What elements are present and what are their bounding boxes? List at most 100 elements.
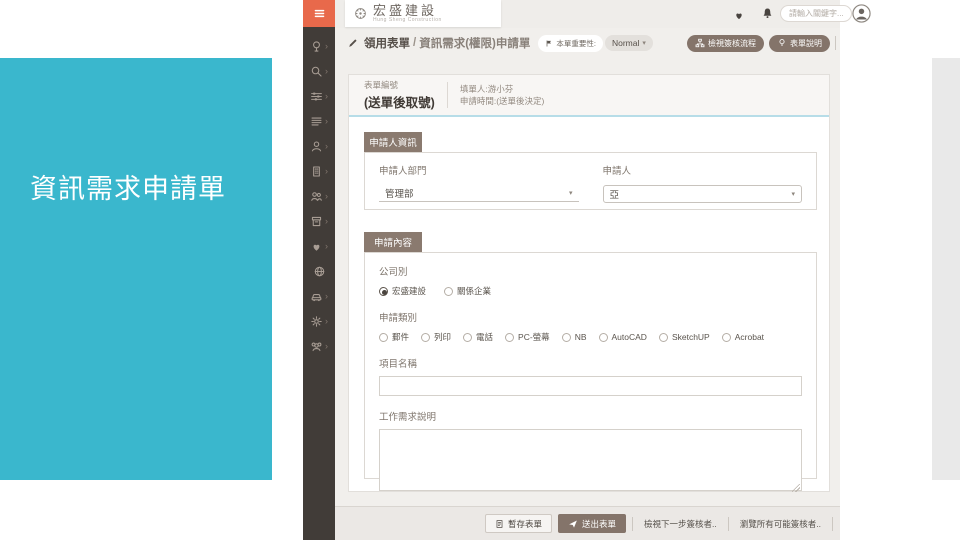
flag-icon [545,39,553,48]
radio-category-4[interactable]: NB [562,332,587,342]
slide-title-panel [0,58,272,480]
company-type-radio-group: 宏盛建設 關係企業 [379,285,802,297]
category-radio-group: 郵件 列印 電話 PC-螢幕 NB AutoCAD SketchUP Acrob… [379,331,802,343]
divider [728,517,729,531]
browse-all-approvers-link[interactable]: 瀏覽所有可能簽核者.. [735,518,826,530]
save-draft-button[interactable]: 暫存表單 [485,514,552,533]
caret-down-icon: ▾ [642,39,646,47]
radio-icon [444,287,453,296]
sidebar-item-user[interactable]: › [303,134,335,159]
breadcrumb-bar: 領用表單 / 資訊需求(權限)申請單 本單重要性: Normal ▾ 檢視簽核流… [335,28,840,58]
sitemap-icon [695,38,705,48]
applicant-dept-value: 管理部 [385,186,414,200]
priority-pill: 本單重要性: [538,35,603,52]
caret-down-icon: ▾ [791,190,795,198]
brand-logo[interactable]: 宏盛建設 Hung Sheng Construction [345,0,501,27]
sidebar-item-archive[interactable]: › [303,209,335,234]
chevron-icon: › [325,317,328,326]
chevron-icon: › [325,117,328,126]
form-number-label: 表單編號 [364,79,435,91]
submit-form-button[interactable]: 送出表單 [558,514,626,533]
search-icon [310,65,323,78]
radio-label: 列印 [434,331,451,343]
radio-category-2[interactable]: 電話 [463,331,493,343]
item-name-label: 項目名稱 [379,356,802,370]
app-window: › › › › › › › [303,0,840,540]
radio-company-affiliate[interactable]: 關係企業 [444,285,491,297]
sidebar-item-gear[interactable]: › [303,309,335,334]
radio-icon [562,333,571,342]
priority-value: Normal [612,38,639,48]
sidebar-item-building[interactable]: › [303,159,335,184]
applicant-value: 亞 [610,187,620,201]
radio-category-0[interactable]: 郵件 [379,331,409,343]
form-help-button[interactable]: 表單說明 [769,35,830,52]
radio-category-3[interactable]: PC-螢幕 [505,331,550,343]
radio-icon [722,333,731,342]
heart-icon [310,240,323,253]
compass-logo-icon [354,7,367,20]
radio-category-1[interactable]: 列印 [421,331,451,343]
logo-title: 宏盛建設 [373,4,442,17]
radio-category-6[interactable]: SketchUP [659,332,710,342]
account-button[interactable] [852,4,871,23]
requirement-textarea[interactable] [379,429,802,491]
hamburger-menu-button[interactable] [303,0,335,27]
favorite-button[interactable] [733,8,745,26]
sidebar-item-sliders[interactable]: › [303,84,335,109]
radio-category-5[interactable]: AutoCAD [599,332,647,342]
applicant-dept-label: 申請人部門 [379,163,579,177]
car-icon [310,290,323,303]
sidebar-item-car[interactable]: › [303,284,335,309]
next-slide-sliver [932,58,960,480]
section-applicant-info: 申請人部門 管理部 ▾ 申請人 亞 ▾ [364,152,817,210]
form-card: 表單編號 (送單後取號) 填單人:游小芬 申請時間:(送單後決定) 申請人資訊 … [348,74,830,492]
applicant-select[interactable]: 亞 ▾ [603,185,803,203]
avatar-icon [852,4,871,23]
chevron-icon: › [325,192,328,201]
divider [632,517,633,531]
item-name-input[interactable] [379,376,802,396]
category-label: 申請類別 [379,310,802,324]
sidebar-item-users[interactable]: › [303,184,335,209]
chevron-icon: › [325,167,328,176]
radio-label: 郵件 [392,331,409,343]
breadcrumb-page-title: 資訊需求(權限)申請單 [419,35,530,51]
global-search [780,5,852,22]
breadcrumb-section[interactable]: 領用表單 [364,35,410,51]
applicant-dept-select[interactable]: 管理部 ▾ [379,185,579,202]
chevron-icon: › [325,342,328,351]
radio-label: 關係企業 [457,285,491,297]
priority-dropdown[interactable]: Normal ▾ [605,35,653,51]
sidebar-items: › › › › › › › [303,27,335,359]
bell-icon [761,7,774,20]
sidebar-item-heart[interactable]: › [303,234,335,259]
resize-grip[interactable] [792,484,800,492]
radio-icon [421,333,430,342]
sidebar-item-list[interactable]: › [303,109,335,134]
view-approval-flow-button[interactable]: 檢視簽核流程 [687,35,764,52]
users-icon [310,190,323,203]
radio-company-hungsheng[interactable]: 宏盛建設 [379,285,426,297]
logo-subtitle: Hung Sheng Construction [373,17,442,23]
sidebar-item-pin[interactable]: › [303,34,335,59]
sidebar-item-globe[interactable] [303,259,335,284]
notifications-button[interactable] [761,7,774,25]
sidebar-item-team[interactable]: › [303,334,335,359]
paper-plane-icon [568,519,578,529]
sidebar-item-search[interactable]: › [303,59,335,84]
chevron-icon: › [325,67,328,76]
lightbulb-icon [777,38,787,48]
search-input[interactable] [789,9,843,18]
form-filler: 填單人:游小芬 [460,83,545,95]
section-tab-application-content: 申請內容 [364,232,422,252]
save-draft-label: 暫存表單 [508,518,542,530]
section-tab-applicant-info: 申請人資訊 [364,132,422,152]
radio-label: 宏盛建設 [392,285,426,297]
view-next-approver-link[interactable]: 檢視下一步簽核者.. [639,518,722,530]
form-apply-time: 申請時間:(送單後決定) [460,95,545,107]
radio-category-7[interactable]: Acrobat [722,332,764,342]
radio-label: Acrobat [735,332,764,342]
submit-form-label: 送出表單 [582,518,616,530]
divider [835,36,836,50]
